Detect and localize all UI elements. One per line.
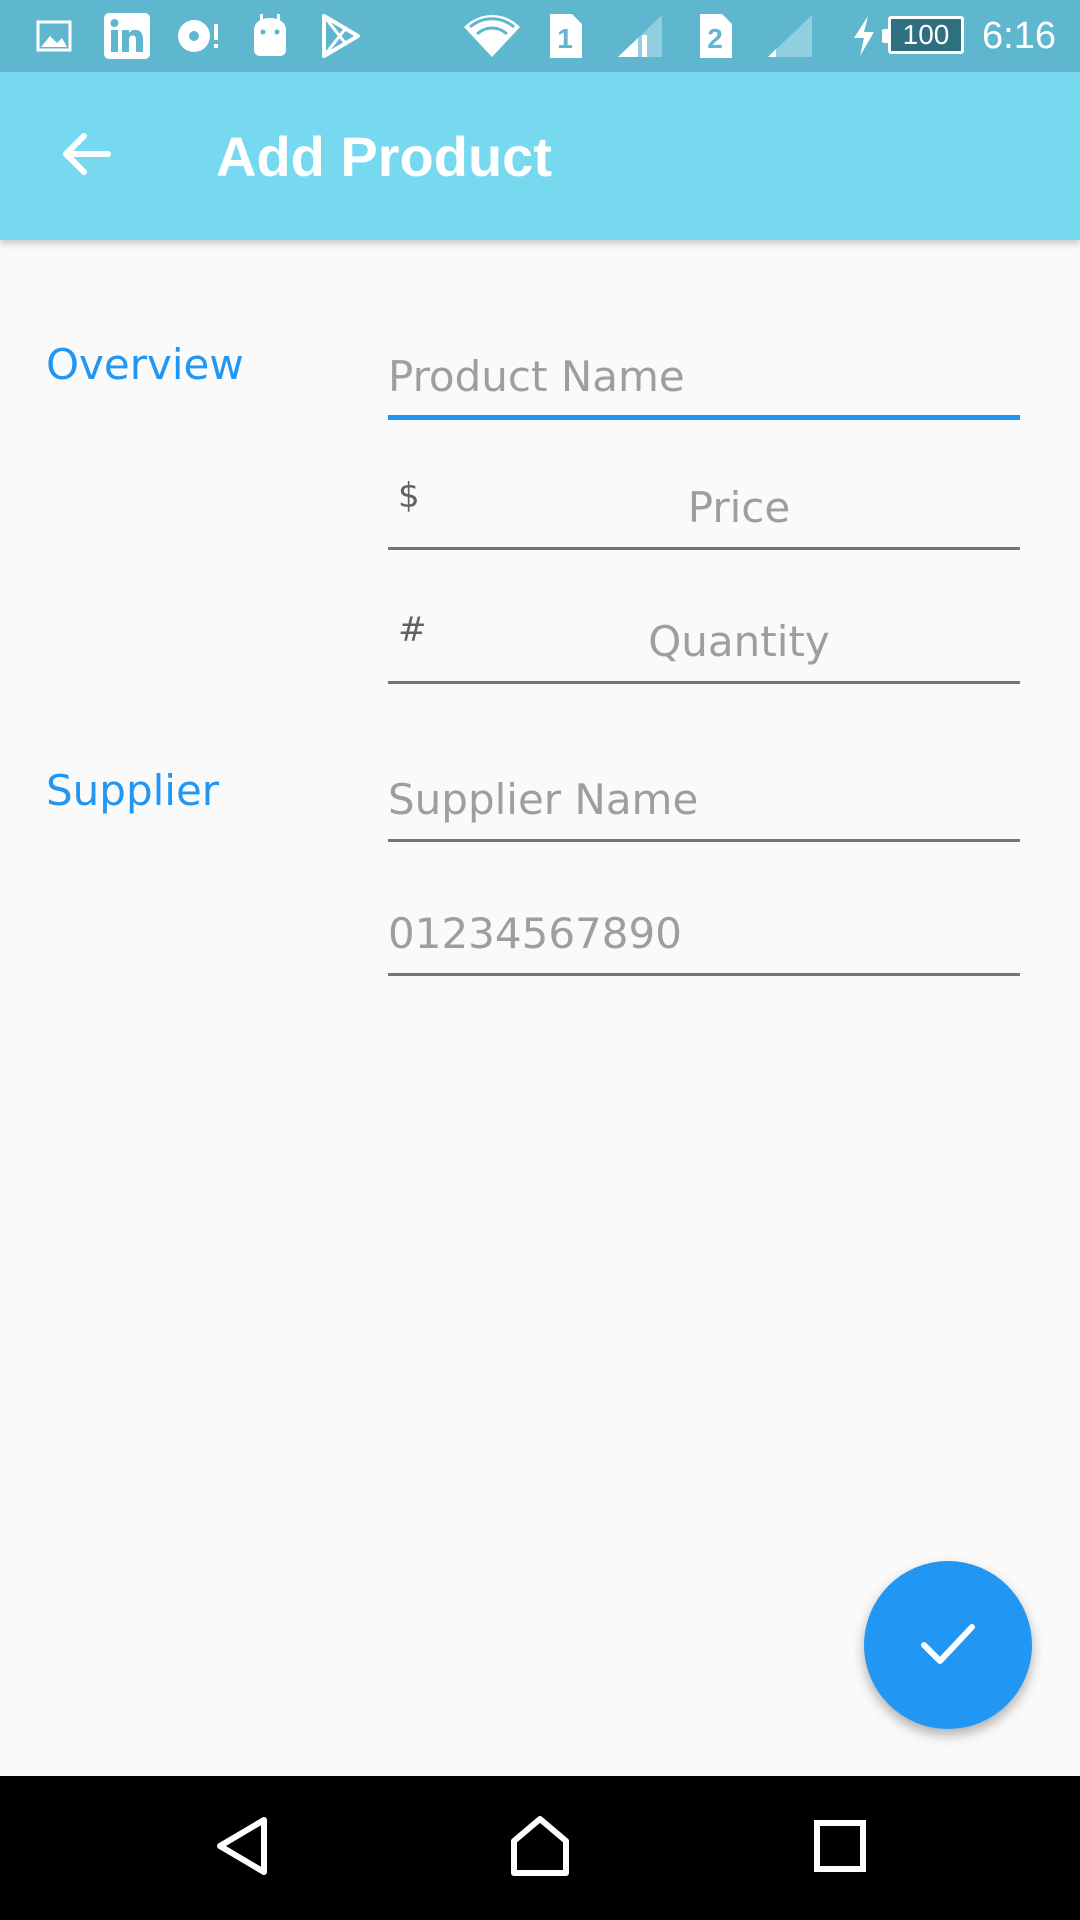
- section-label-overview: Overview: [46, 340, 244, 389]
- product-name-field[interactable]: [388, 310, 1020, 420]
- supplier-phone-input[interactable]: [388, 866, 1020, 973]
- nav-recents-button[interactable]: [790, 1798, 890, 1898]
- supplier-name-field[interactable]: [388, 732, 1020, 842]
- home-icon: [508, 1815, 572, 1881]
- quantity-field[interactable]: #: [388, 574, 1020, 684]
- status-bar: 1 2 100 6:16: [0, 0, 1080, 72]
- media-icon: [176, 0, 222, 72]
- sim1-icon: 1: [546, 0, 584, 72]
- save-button[interactable]: [864, 1561, 1032, 1729]
- quantity-input[interactable]: [388, 574, 1020, 681]
- back-triangle-icon: [212, 1814, 272, 1882]
- price-field[interactable]: $: [388, 440, 1020, 550]
- battery-indicator: 100: [882, 16, 964, 54]
- sim2-icon: 2: [696, 0, 734, 72]
- section-label-supplier: Supplier: [46, 766, 220, 815]
- play-store-icon: [320, 0, 362, 72]
- linkedin-icon: [104, 0, 150, 72]
- supplier-phone-field[interactable]: [388, 866, 1020, 976]
- check-icon: [918, 1619, 978, 1671]
- app-bar: Add Product: [0, 72, 1080, 240]
- wifi-icon: [462, 0, 522, 72]
- charging-icon: [850, 0, 878, 72]
- android-icon: [250, 0, 290, 72]
- supplier-name-input[interactable]: [388, 732, 1020, 839]
- signal-weak-icon: [766, 0, 814, 72]
- page-title: Add Product: [216, 124, 552, 188]
- signal-strength-icon: [616, 0, 664, 72]
- nav-back-button[interactable]: [192, 1798, 292, 1898]
- arrow-back-icon: [60, 132, 112, 180]
- nav-home-button[interactable]: [490, 1798, 590, 1898]
- gallery-icon: [36, 0, 72, 72]
- clock: 6:16: [982, 14, 1056, 57]
- price-input[interactable]: [388, 440, 1020, 547]
- recents-icon: [813, 1819, 867, 1877]
- navigation-bar: [0, 1776, 1080, 1920]
- sim2-label: 2: [707, 23, 723, 54]
- sim1-label: 1: [557, 23, 573, 54]
- back-button[interactable]: [40, 110, 132, 202]
- product-name-input[interactable]: [388, 310, 1020, 415]
